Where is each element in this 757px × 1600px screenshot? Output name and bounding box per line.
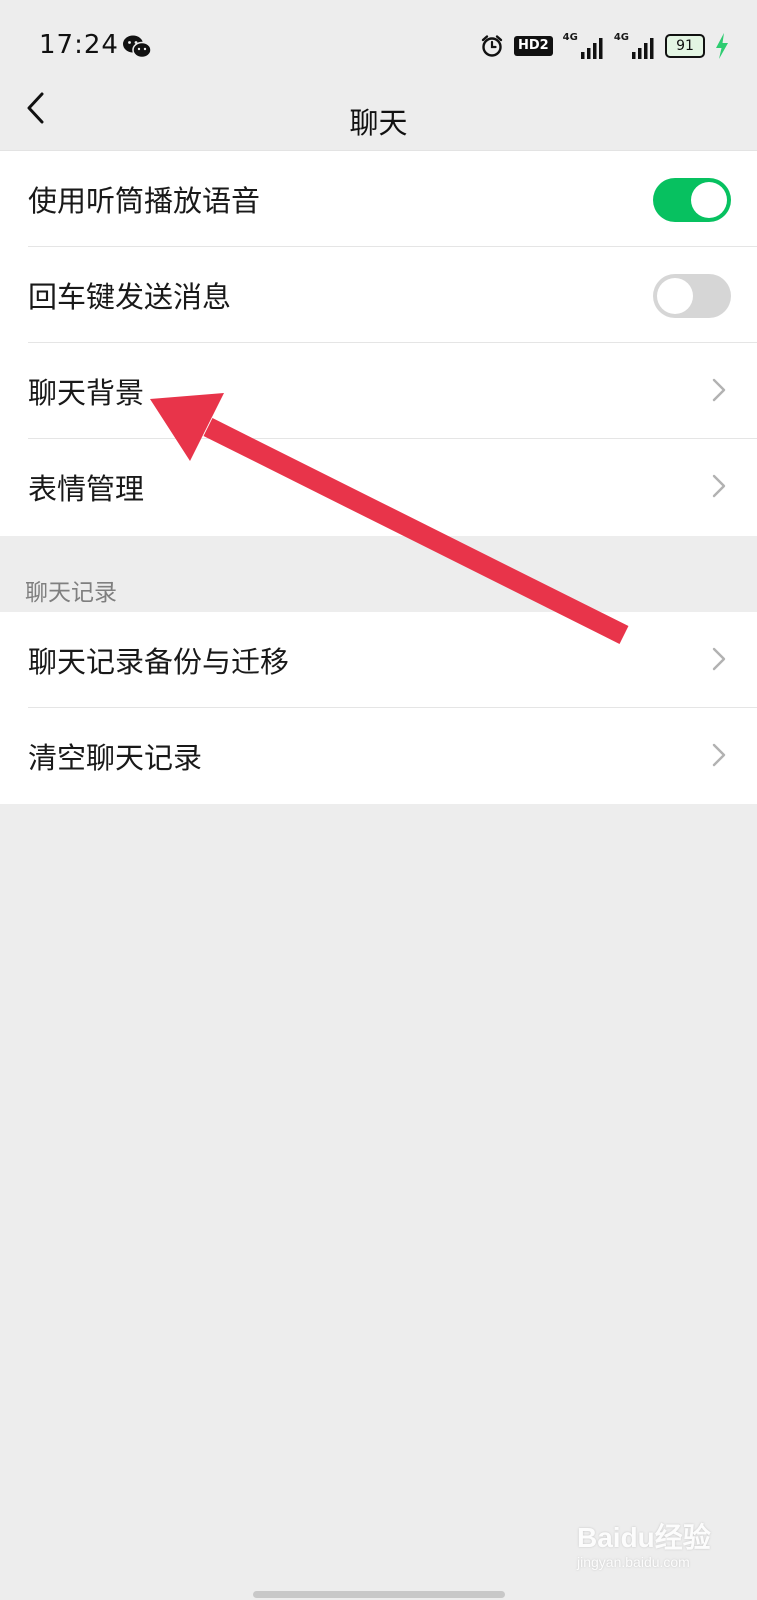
enter-send-toggle[interactable]: [653, 274, 731, 318]
setting-label: 聊天记录备份与迁移: [28, 645, 290, 679]
setting-label: 清空聊天记录: [28, 741, 203, 775]
setting-label: 回车键发送消息: [28, 280, 232, 314]
setting-label: 使用听筒播放语音: [28, 184, 261, 218]
setting-chat-background[interactable]: 聊天背景: [0, 343, 757, 439]
chevron-right-icon: [712, 743, 726, 767]
setting-label: 聊天背景: [28, 376, 145, 410]
baidu-watermark: Baidu经验 jingyan.baidu.com: [577, 1516, 717, 1572]
setting-sticker-management[interactable]: 表情管理: [0, 439, 757, 535]
hd-icon: HD2: [513, 36, 553, 56]
signal-icon: 4G: [614, 33, 655, 59]
setting-enter-to-send: 回车键发送消息: [0, 247, 757, 343]
network-type: 4G: [562, 32, 578, 43]
watermark-url: jingyan.baidu.com: [577, 1554, 690, 1570]
watermark-brand: Baidu经验: [577, 1522, 711, 1553]
setting-clear-history[interactable]: 清空聊天记录: [0, 708, 757, 804]
chevron-right-icon: [712, 474, 726, 498]
section-header-chat-history: 聊天记录: [25, 580, 117, 606]
earpiece-toggle[interactable]: [653, 178, 731, 222]
battery-icon: 91: [665, 34, 705, 58]
settings-group-chat-history: 聊天记录备份与迁移 清空聊天记录: [0, 612, 757, 804]
toggle-knob: [657, 278, 693, 314]
wechat-icon: [123, 35, 152, 59]
charging-icon: [716, 33, 728, 59]
status-bar: 17:24 HD2 4G 4G 91: [0, 0, 757, 92]
page-title: 聊天: [349, 106, 408, 140]
setting-label: 表情管理: [28, 472, 145, 506]
nav-bar: 聊天: [0, 92, 757, 148]
signal-icon: 4G: [563, 33, 604, 59]
status-icons: HD2 4G 4G 91: [480, 30, 729, 62]
chevron-right-icon: [712, 647, 726, 671]
chevron-right-icon: [712, 378, 726, 402]
settings-group-chat: 使用听筒播放语音 回车键发送消息 聊天背景 表情管理: [0, 150, 757, 536]
setting-backup-migrate[interactable]: 聊天记录备份与迁移: [0, 612, 757, 708]
status-time: 17:24: [39, 30, 119, 60]
toggle-knob: [691, 182, 727, 218]
setting-earpiece-voice: 使用听筒播放语音: [0, 151, 757, 247]
network-type: 4G: [613, 32, 629, 43]
alarm-icon: [481, 35, 503, 57]
home-indicator[interactable]: [253, 1591, 505, 1598]
